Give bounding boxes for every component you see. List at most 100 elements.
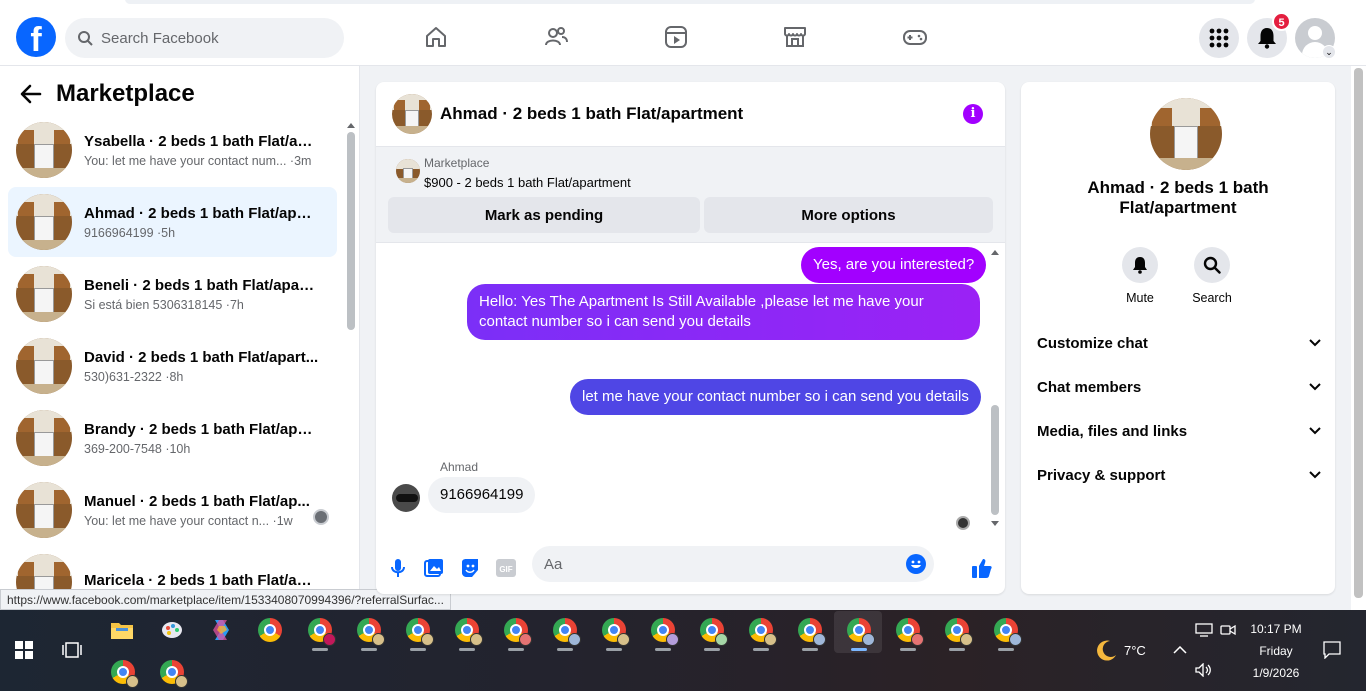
conversation-item[interactable]: Ysabella · 2 beds 1 bath Flat/apa... You:… bbox=[8, 115, 337, 185]
weather-temperature[interactable]: 7°C bbox=[1124, 643, 1146, 658]
message-bubble-outgoing[interactable]: Yes, are you interested? bbox=[801, 247, 987, 283]
chrome-profile-icon[interactable] bbox=[502, 616, 532, 646]
chevron-down-icon bbox=[1309, 471, 1321, 479]
chrome-profile-icon[interactable] bbox=[649, 616, 679, 646]
sender-avatar[interactable] bbox=[392, 484, 420, 512]
taskbar-running-indicator bbox=[606, 648, 622, 651]
listing-thumbnail[interactable] bbox=[392, 94, 432, 134]
section-label: Customize chat bbox=[1037, 334, 1148, 352]
chevron-down-icon[interactable]: ⌄ bbox=[1322, 45, 1336, 59]
conversation-preview: 369-200-7548 ·10h bbox=[84, 441, 191, 456]
gaming-icon[interactable] bbox=[900, 22, 930, 52]
privacy-support-section[interactable]: Privacy & support bbox=[1037, 457, 1321, 493]
file-explorer-icon[interactable] bbox=[108, 616, 136, 644]
taskbar-running-indicator bbox=[459, 648, 475, 651]
search-conversation-button[interactable]: Search bbox=[1182, 247, 1242, 305]
search-icon bbox=[78, 31, 93, 46]
conversation-item[interactable]: Manuel · 2 beds 1 bath Flat/ap... You: le… bbox=[8, 475, 337, 545]
browser-strip bbox=[0, 0, 1366, 9]
chrome-profile-icon[interactable] bbox=[992, 616, 1022, 646]
conversation-item-active[interactable]: Ahmad · 2 beds 1 bath Flat/apar... 916696… bbox=[8, 187, 337, 257]
taskbar-running-indicator bbox=[410, 648, 426, 651]
conversation-item[interactable]: Brandy · 2 beds 1 bath Flat/apart... 369-… bbox=[8, 403, 337, 473]
menu-grid-button[interactable] bbox=[1199, 18, 1239, 58]
message-input[interactable] bbox=[544, 555, 904, 573]
home-icon[interactable] bbox=[421, 22, 451, 52]
weather-moon-icon[interactable] bbox=[1093, 636, 1121, 664]
conversation-item[interactable]: Beneli · 2 beds 1 bath Flat/apart... Si e… bbox=[8, 259, 337, 329]
more-options-button[interactable]: More options bbox=[704, 197, 993, 233]
meet-now-icon[interactable] bbox=[1214, 616, 1242, 644]
sticker-icon[interactable] bbox=[458, 556, 482, 580]
listing-thumbnail bbox=[16, 194, 72, 250]
marketplace-inbox-sidebar: Marketplace Ysabella · 2 beds 1 bath Fla… bbox=[0, 66, 360, 610]
chrome-profile-icon[interactable] bbox=[306, 616, 336, 646]
taskbar-running-indicator bbox=[851, 648, 867, 651]
search-icon bbox=[1203, 256, 1221, 274]
customize-chat-section[interactable]: Customize chat bbox=[1037, 325, 1321, 361]
chrome-profile-icon[interactable] bbox=[698, 616, 728, 646]
message-bubble-outgoing[interactable]: Hello: Yes The Apartment Is Still Availa… bbox=[467, 284, 980, 340]
page-scrollbar[interactable] bbox=[1351, 66, 1366, 610]
message-bubble-incoming[interactable]: 9166964199 bbox=[428, 477, 536, 513]
photo-icon[interactable] bbox=[422, 556, 446, 580]
chrome-profile-icon-active[interactable] bbox=[845, 616, 875, 646]
video-icon[interactable] bbox=[661, 22, 691, 52]
gif-icon[interactable]: GIF bbox=[494, 556, 518, 580]
listing-thumbnail[interactable] bbox=[1150, 98, 1222, 170]
volume-icon[interactable] bbox=[1190, 656, 1218, 684]
media-files-links-section[interactable]: Media, files and links bbox=[1037, 413, 1321, 449]
back-arrow-icon[interactable] bbox=[20, 84, 42, 104]
chrome-profile-icon[interactable] bbox=[109, 658, 139, 688]
gif-label: GIF bbox=[499, 565, 512, 574]
conversation-name: Ysabella · 2 beds 1 bath Flat/apa... bbox=[84, 132, 319, 150]
search-input[interactable] bbox=[101, 29, 321, 47]
message-bubble-outgoing[interactable]: let me have your contact number so i can… bbox=[570, 379, 981, 415]
chrome-profile-icon[interactable] bbox=[894, 616, 924, 646]
clock-day[interactable]: Friday bbox=[1246, 644, 1306, 658]
chrome-profile-icon[interactable] bbox=[158, 658, 188, 688]
clock-date[interactable]: 1/9/2026 bbox=[1246, 666, 1306, 680]
chevron-down-icon bbox=[1309, 427, 1321, 435]
chrome-profile-icon[interactable] bbox=[796, 616, 826, 646]
paint-app-icon[interactable] bbox=[158, 616, 186, 644]
conversation-name: Brandy · 2 beds 1 bath Flat/apart... bbox=[84, 420, 319, 438]
info-icon[interactable]: i bbox=[963, 104, 983, 124]
mute-label: Mute bbox=[1126, 291, 1154, 305]
mark-as-pending-button[interactable]: Mark as pending bbox=[388, 197, 700, 233]
chrome-profile-icon[interactable] bbox=[600, 616, 630, 646]
chrome-icon[interactable] bbox=[256, 616, 284, 644]
listing-thumbnail bbox=[16, 338, 72, 394]
chrome-profile-icon[interactable] bbox=[943, 616, 973, 646]
chat-members-section[interactable]: Chat members bbox=[1037, 369, 1321, 405]
taskbar-running-indicator bbox=[704, 648, 720, 651]
clock-time[interactable]: 10:17 PM bbox=[1246, 622, 1306, 636]
notification-center-icon[interactable] bbox=[1318, 636, 1346, 664]
friends-icon[interactable] bbox=[541, 22, 571, 52]
chrome-profile-icon[interactable] bbox=[551, 616, 581, 646]
like-icon[interactable] bbox=[970, 556, 994, 580]
listing-price[interactable]: $900 - 2 beds 1 bath Flat/apartment bbox=[424, 175, 631, 190]
listing-thumbnail[interactable] bbox=[396, 159, 420, 183]
sidebar-scrollbar[interactable] bbox=[345, 122, 357, 596]
chrome-profile-icon[interactable] bbox=[355, 616, 385, 646]
mute-button[interactable]: Mute bbox=[1110, 247, 1170, 305]
marketplace-icon[interactable] bbox=[780, 22, 810, 52]
chrome-profile-icon[interactable] bbox=[404, 616, 434, 646]
conversation-item[interactable]: David · 2 beds 1 bath Flat/apart... 530)6… bbox=[8, 331, 337, 401]
message-input-box[interactable] bbox=[532, 546, 934, 582]
task-view-icon[interactable] bbox=[58, 636, 86, 664]
facebook-logo[interactable]: f bbox=[16, 17, 56, 57]
chrome-profile-icon[interactable] bbox=[747, 616, 777, 646]
microphone-icon[interactable] bbox=[386, 556, 410, 580]
chrome-profile-icon[interactable] bbox=[453, 616, 483, 646]
sidebar-title: Marketplace bbox=[56, 80, 195, 107]
windows-start-icon[interactable] bbox=[10, 636, 38, 664]
conversation-info-panel: Ahmad · 2 beds 1 bath Flat/apartment Mut… bbox=[1021, 82, 1335, 594]
search-box[interactable] bbox=[65, 18, 344, 58]
copilot-icon[interactable] bbox=[207, 616, 235, 644]
chat-title[interactable]: Ahmad · 2 beds 1 bath Flat/apartment bbox=[440, 104, 743, 124]
listing-thumbnail bbox=[16, 122, 72, 178]
chat-scrollbar[interactable] bbox=[988, 245, 1002, 535]
emoji-icon[interactable] bbox=[906, 554, 926, 574]
